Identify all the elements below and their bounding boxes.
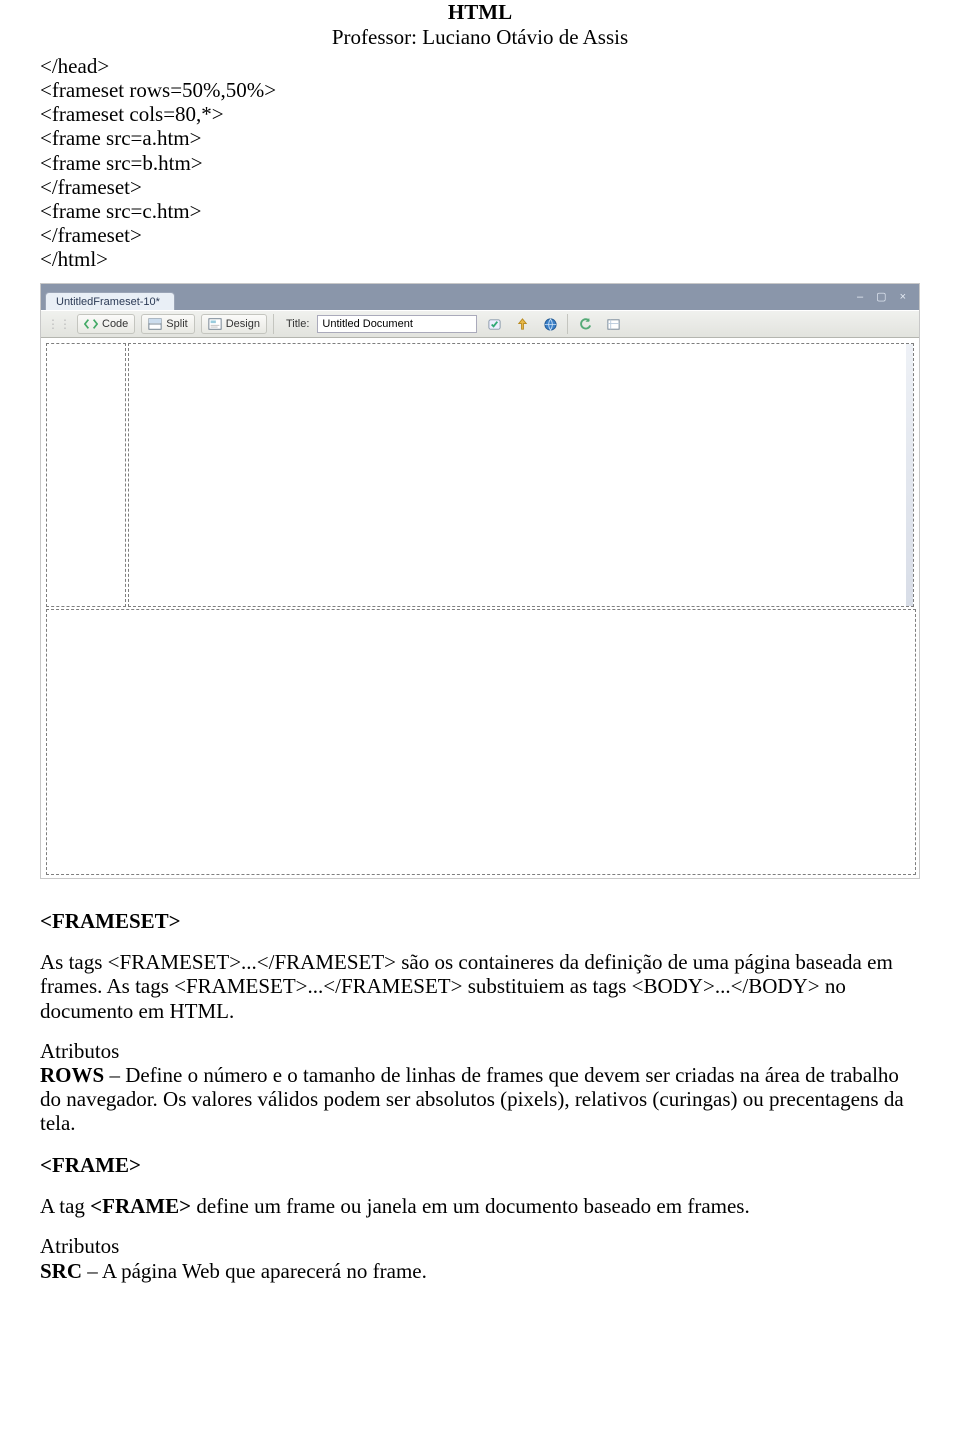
preview-browser-button[interactable] — [539, 314, 561, 334]
code-view-label: Code — [102, 318, 128, 330]
toolbar-separator — [273, 314, 274, 334]
code-icon — [84, 317, 98, 331]
toolbar-separator-2 — [567, 314, 568, 334]
src-label: SRC — [40, 1259, 82, 1283]
check-markup-icon — [487, 317, 502, 332]
refresh-icon — [578, 317, 593, 332]
frame-scrollbar[interactable] — [906, 344, 913, 606]
globe-icon — [543, 317, 558, 332]
frame-c[interactable] — [46, 609, 916, 875]
refresh-button[interactable] — [574, 314, 596, 334]
frameset-row-top — [45, 342, 915, 608]
frame-p1-a: A tag — [40, 1194, 90, 1218]
attributes-label-2: Atributos — [40, 1234, 119, 1258]
frameset-preview — [45, 342, 915, 874]
design-icon — [208, 317, 222, 331]
code-block: </head> <frameset rows=50%,50%> <framese… — [40, 54, 920, 271]
editor-window: UntitledFrameset-10* – ▢ × ⋮⋮ Code Split… — [40, 283, 920, 879]
design-view-label: Design — [226, 318, 260, 330]
view-options-button[interactable] — [602, 314, 624, 334]
document-title-input[interactable] — [317, 315, 477, 333]
frame-attributes: Atributos SRC – A página Web que aparece… — [40, 1234, 920, 1282]
window-controls[interactable]: – ▢ × — [857, 290, 911, 303]
document-tab[interactable]: UntitledFrameset-10* — [45, 292, 175, 310]
design-canvas[interactable] — [41, 338, 919, 878]
section-frameset: <FRAMESET> As tags <FRAMESET>...</FRAMES… — [40, 909, 920, 1135]
code-view-button[interactable]: Code — [77, 314, 135, 334]
page-subtitle: Professor: Luciano Otávio de Assis — [40, 25, 920, 50]
split-view-button[interactable]: Split — [141, 314, 194, 334]
frameset-heading: <FRAMESET> — [40, 909, 920, 934]
src-text: – A página Web que aparecerá no frame. — [82, 1259, 427, 1283]
check-markup-button[interactable] — [483, 314, 505, 334]
frame-heading: <FRAME> — [40, 1153, 920, 1178]
upload-button[interactable] — [511, 314, 533, 334]
frame-b[interactable] — [128, 343, 914, 607]
frameset-row-bottom — [45, 608, 915, 874]
page-header: HTML Professor: Luciano Otávio de Assis — [40, 0, 920, 50]
split-icon — [148, 317, 162, 331]
frameset-attributes: Atributos ROWS – Define o número e o tam… — [40, 1039, 920, 1136]
title-label: Title: — [286, 318, 309, 330]
frame-p1-b: <FRAME> — [90, 1194, 191, 1218]
frameset-paragraph-1: As tags <FRAMESET>...</FRAMESET> são os … — [40, 950, 920, 1022]
attributes-label: Atributos — [40, 1039, 119, 1063]
document-tabbar: UntitledFrameset-10* – ▢ × — [41, 284, 919, 310]
rows-text: – Define o número e o tamanho de linhas … — [40, 1063, 904, 1135]
design-view-button[interactable]: Design — [201, 314, 267, 334]
frame-p1-c: define um frame ou janela em um document… — [191, 1194, 750, 1218]
toolbar-grip: ⋮⋮ — [47, 317, 71, 331]
page-title: HTML — [40, 0, 920, 25]
frame-paragraph-1: A tag <FRAME> define um frame ou janela … — [40, 1194, 920, 1218]
toolbar: ⋮⋮ Code Split Design Title: — [41, 310, 919, 338]
split-view-label: Split — [166, 318, 187, 330]
section-frame: <FRAME> A tag <FRAME> define um frame ou… — [40, 1153, 920, 1282]
document-tab-label: UntitledFrameset-10* — [56, 296, 160, 308]
rows-label: ROWS — [40, 1063, 104, 1087]
upload-icon — [515, 317, 530, 332]
view-options-icon — [606, 317, 621, 332]
frame-a[interactable] — [46, 343, 126, 607]
